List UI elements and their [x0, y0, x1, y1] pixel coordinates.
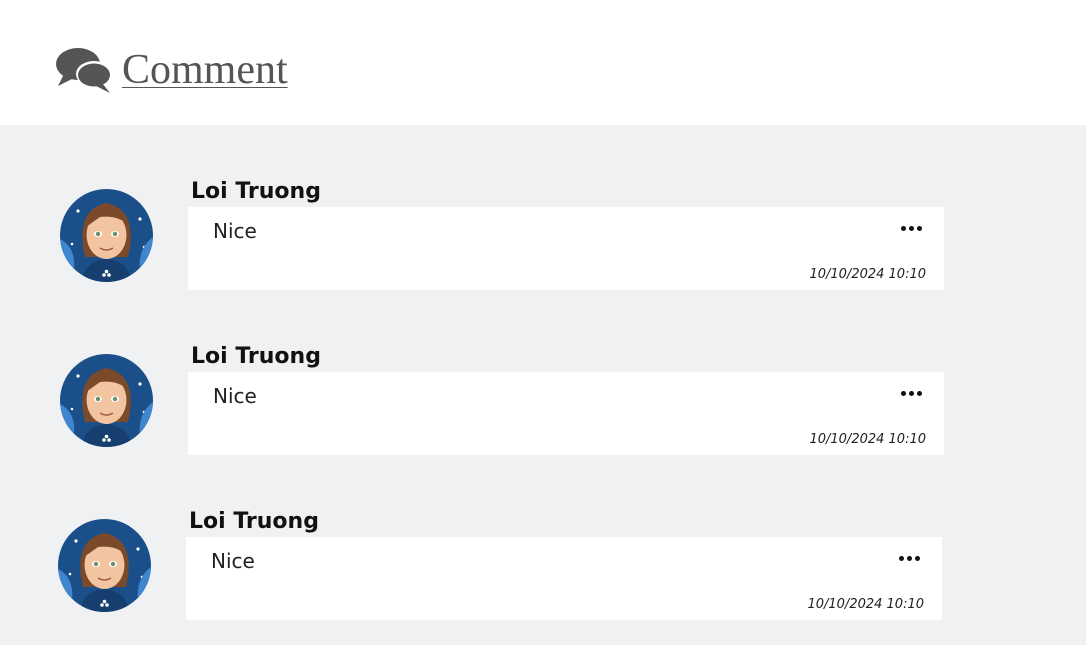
- comment-timestamp: 10/10/2024 10:10: [809, 432, 926, 447]
- avatar: [58, 519, 151, 612]
- comment-text: Nice: [213, 219, 257, 243]
- comments-icon: [54, 44, 114, 96]
- more-dots-icon[interactable]: [898, 217, 924, 239]
- more-dots-icon[interactable]: [896, 547, 922, 569]
- comments-list: Loi Truong Nice 10/10/2024 10:10 Loi Tru…: [0, 125, 1086, 645]
- comment-item: Loi Truong Nice 10/10/2024 10:10: [58, 507, 958, 632]
- comment-bubble: Nice 10/10/2024 10:10: [186, 537, 942, 620]
- comment-section-link[interactable]: Comment: [54, 44, 288, 96]
- comment-title[interactable]: Comment: [122, 44, 288, 96]
- comment-timestamp: 10/10/2024 10:10: [807, 597, 924, 612]
- comment-author: Loi Truong: [191, 179, 321, 204]
- comment-timestamp: 10/10/2024 10:10: [809, 267, 926, 282]
- comment-text: Nice: [213, 384, 257, 408]
- avatar: [60, 189, 153, 282]
- comment-bubble: Nice 10/10/2024 10:10: [188, 207, 944, 290]
- more-dots-icon[interactable]: [898, 382, 924, 404]
- comment-item: Loi Truong Nice 10/10/2024 10:10: [60, 177, 960, 302]
- comment-item: Loi Truong Nice 10/10/2024 10:10: [60, 342, 960, 467]
- comment-text: Nice: [211, 549, 255, 573]
- comment-author: Loi Truong: [191, 344, 321, 369]
- page-header: Comment: [0, 0, 1086, 125]
- comment-bubble: Nice 10/10/2024 10:10: [188, 372, 944, 455]
- comment-author: Loi Truong: [189, 509, 319, 534]
- avatar: [60, 354, 153, 447]
